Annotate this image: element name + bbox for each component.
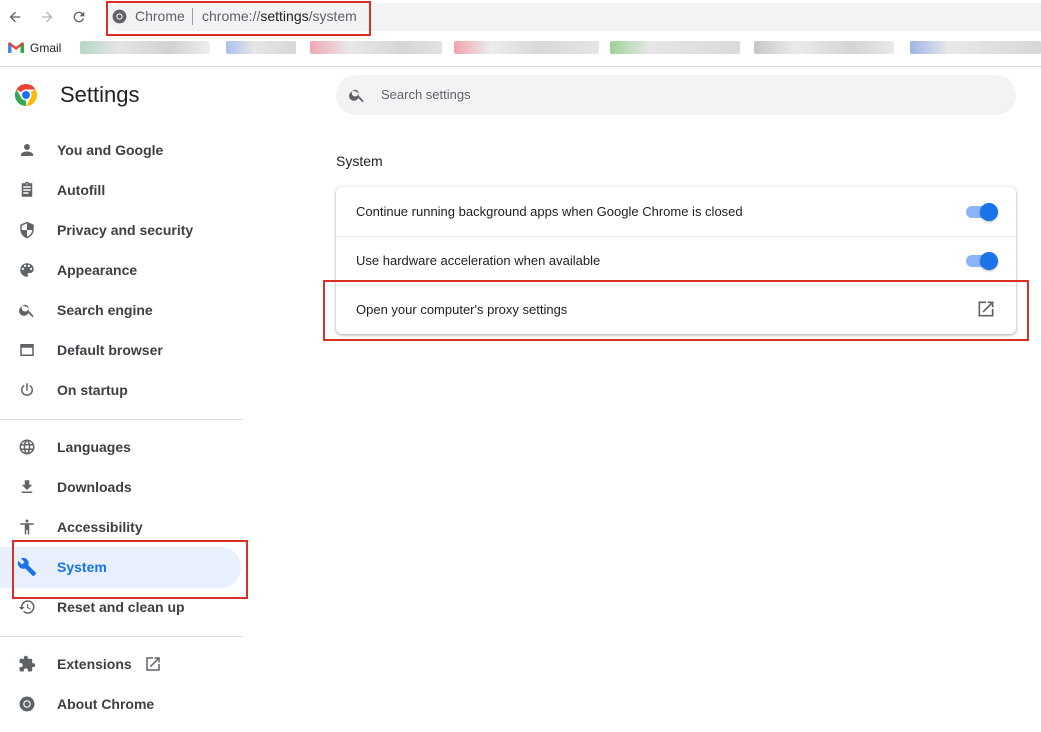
- bookmark-gmail[interactable]: Gmail: [8, 40, 61, 56]
- sidebar-item-default-browser[interactable]: Default browser: [0, 330, 243, 370]
- sidebar-item-languages[interactable]: Languages: [0, 427, 243, 467]
- sidebar-item-on-startup[interactable]: On startup: [0, 370, 243, 410]
- chrome-logo-icon: [14, 84, 38, 106]
- sidebar-item-label: Downloads: [57, 479, 132, 495]
- sidebar-item-autofill[interactable]: Autofill: [0, 170, 243, 210]
- forward-button[interactable]: [36, 6, 58, 28]
- arrow-right-icon: [41, 11, 53, 23]
- sidebar-item-you-and-google[interactable]: You and Google: [0, 130, 243, 170]
- shield-icon: [17, 220, 37, 240]
- sidebar-item-about-chrome[interactable]: About Chrome: [0, 684, 243, 724]
- bookmark-item[interactable]: [754, 41, 894, 54]
- setting-row-hardware-acceleration[interactable]: Use hardware acceleration when available: [336, 236, 1016, 285]
- setting-label: Use hardware acceleration when available: [356, 253, 601, 268]
- open-in-new-icon: [144, 655, 162, 673]
- sidebar-item-label: About Chrome: [57, 696, 155, 712]
- sidebar-divider: [0, 636, 243, 637]
- gmail-icon: [8, 42, 24, 53]
- setting-row-background-apps[interactable]: Continue running background apps when Go…: [336, 187, 1016, 236]
- sidebar-item-label: Languages: [57, 439, 131, 455]
- search-icon: [349, 89, 364, 103]
- section-title: System: [336, 153, 383, 169]
- palette-icon: [17, 260, 37, 280]
- sidebar-item-label: Search engine: [57, 302, 153, 318]
- toolbar-divider: [0, 66, 1041, 67]
- system-highlight-box: [12, 540, 248, 599]
- browser-toolbar: Chrome chrome://settings/system: [0, 0, 1041, 36]
- search-icon: [17, 300, 37, 320]
- bookmark-item[interactable]: [454, 41, 599, 54]
- sidebar-item-label: Extensions: [57, 656, 132, 672]
- bookmark-item[interactable]: [310, 41, 442, 54]
- browser-window-icon: [17, 340, 37, 360]
- back-button[interactable]: [4, 6, 26, 28]
- sidebar-item-search-engine[interactable]: Search engine: [0, 290, 243, 330]
- sidebar-item-extensions[interactable]: Extensions: [0, 644, 243, 684]
- toggle-knob: [980, 203, 998, 221]
- sidebar-item-label: On startup: [57, 382, 128, 398]
- history-icon: [17, 597, 37, 617]
- bookmark-item[interactable]: [80, 41, 210, 54]
- globe-icon: [17, 437, 37, 457]
- sidebar-item-label: Privacy and security: [57, 222, 194, 238]
- bookmark-item[interactable]: [910, 41, 1041, 54]
- reload-icon: [73, 11, 85, 23]
- search-placeholder: Search settings: [381, 87, 471, 102]
- clipboard-icon: [17, 180, 37, 200]
- bookmarks-bar: Gmail: [0, 36, 1041, 60]
- puzzle-icon: [17, 654, 37, 674]
- address-highlight-box: [106, 1, 371, 36]
- setting-label: Continue running background apps when Go…: [356, 204, 743, 219]
- chrome-icon: [17, 694, 37, 714]
- hardware-acceleration-toggle[interactable]: [966, 252, 998, 270]
- proxy-highlight-box: [323, 280, 1029, 341]
- bookmark-item[interactable]: [226, 41, 296, 54]
- sidebar-item-label: Accessibility: [57, 519, 143, 535]
- sidebar-item-privacy-and-security[interactable]: Privacy and security: [0, 210, 243, 250]
- reload-button[interactable]: [68, 6, 90, 28]
- bookmark-item[interactable]: [610, 41, 740, 54]
- sidebar-item-downloads[interactable]: Downloads: [0, 467, 243, 507]
- sidebar-item-label: Default browser: [57, 342, 163, 358]
- sidebar-divider: [0, 419, 243, 420]
- sidebar-item-appearance[interactable]: Appearance: [0, 250, 243, 290]
- sidebar-item-label: Reset and clean up: [57, 599, 185, 615]
- person-icon: [17, 140, 37, 160]
- page-title: Settings: [60, 82, 140, 107]
- accessibility-icon: [17, 517, 37, 537]
- toggle-knob: [980, 252, 998, 270]
- power-icon: [17, 380, 37, 400]
- sidebar-item-label: Appearance: [57, 262, 138, 278]
- search-settings-input[interactable]: Search settings: [336, 75, 1016, 115]
- sidebar-item-label: You and Google: [57, 142, 164, 158]
- arrow-left-icon: [9, 11, 21, 23]
- background-apps-toggle[interactable]: [966, 203, 998, 221]
- sidebar-item-label: Autofill: [57, 182, 106, 198]
- download-icon: [17, 477, 37, 497]
